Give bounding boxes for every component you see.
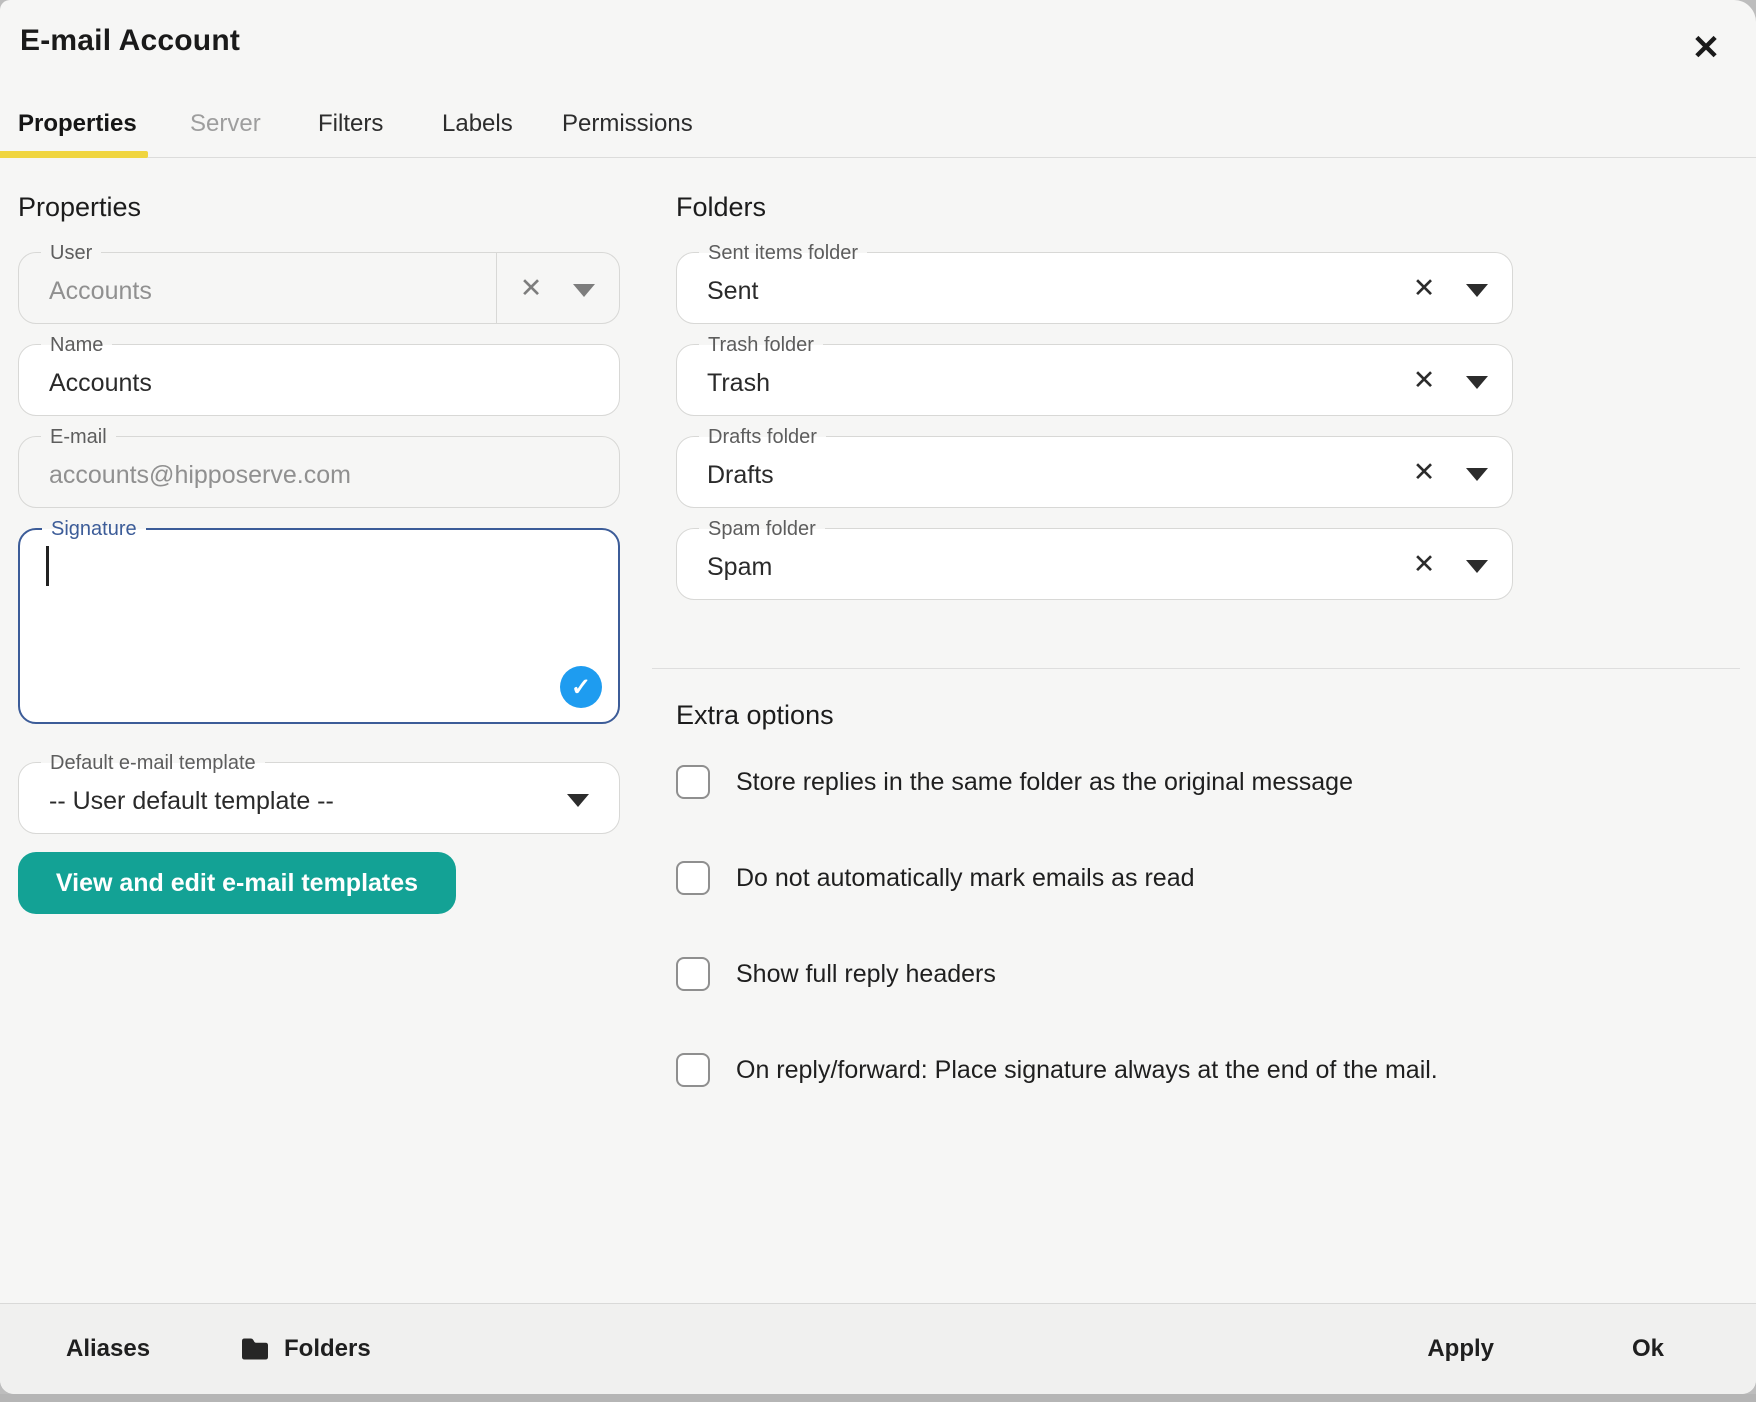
sent-clear-icon[interactable]: ✕ (1402, 253, 1446, 323)
user-field[interactable]: User Accounts ✕ (18, 252, 620, 324)
text-cursor (46, 546, 49, 586)
mark-read-label: Do not automatically mark emails as read (736, 864, 1195, 893)
trash-folder-label: Trash folder (699, 331, 823, 359)
footer-bar: Aliases Folders Apply Ok (0, 1303, 1756, 1394)
extra-options-divider (652, 668, 1740, 669)
signature-check-badge-icon[interactable]: ✓ (560, 666, 602, 708)
spam-dropdown-caret-icon[interactable] (1466, 560, 1488, 573)
ok-button[interactable]: Ok (1632, 1335, 1664, 1363)
tab-bar: Properties Server Filters Labels Permiss… (0, 104, 1756, 158)
dialog-title: E-mail Account (20, 24, 240, 58)
folders-button-label: Folders (284, 1335, 371, 1363)
spam-folder-field[interactable]: Spam folder Spam ✕ (676, 528, 1513, 600)
email-account-dialog: E-mail Account ✕ Properties Server Filte… (0, 0, 1756, 1394)
email-field-value: accounts@hipposerve.com (49, 461, 489, 490)
trash-folder-field[interactable]: Trash folder Trash ✕ (676, 344, 1513, 416)
reply-headers-checkbox[interactable] (676, 957, 710, 991)
apply-button[interactable]: Apply (1427, 1335, 1494, 1363)
drafts-folder-field[interactable]: Drafts folder Drafts ✕ (676, 436, 1513, 508)
mark-read-checkbox[interactable] (676, 861, 710, 895)
user-field-separator (496, 253, 497, 323)
option-row-store-replies: Store replies in the same folder as the … (676, 762, 1353, 802)
tab-server[interactable]: Server (190, 110, 261, 138)
option-row-signature-placement: On reply/forward: Place signature always… (676, 1050, 1438, 1090)
default-template-select[interactable]: Default e-mail template -- User default … (18, 762, 620, 834)
trash-dropdown-caret-icon[interactable] (1466, 376, 1488, 389)
user-clear-icon[interactable]: ✕ (509, 253, 553, 323)
signature-field[interactable]: Signature ✓ (18, 528, 620, 724)
user-field-label: User (41, 239, 101, 267)
view-edit-templates-button[interactable]: View and edit e-mail templates (18, 852, 456, 914)
properties-section-heading: Properties (18, 192, 141, 223)
tab-filters[interactable]: Filters (318, 110, 383, 138)
spam-folder-value: Spam (707, 553, 1382, 582)
signature-field-label: Signature (42, 515, 146, 543)
store-replies-label: Store replies in the same folder as the … (736, 768, 1353, 797)
email-field-label: E-mail (41, 423, 116, 451)
option-row-reply-headers: Show full reply headers (676, 954, 996, 994)
signature-placement-checkbox[interactable] (676, 1053, 710, 1087)
drafts-folder-value: Drafts (707, 461, 1382, 490)
apply-button-label: Apply (1427, 1335, 1494, 1363)
aliases-button-label: Aliases (66, 1335, 150, 1363)
signature-placement-label: On reply/forward: Place signature always… (736, 1056, 1438, 1085)
name-field-label: Name (41, 331, 112, 359)
folders-section-heading: Folders (676, 192, 766, 223)
option-row-mark-read: Do not automatically mark emails as read (676, 858, 1195, 898)
drafts-clear-icon[interactable]: ✕ (1402, 437, 1446, 507)
folder-icon (240, 1337, 270, 1361)
close-icon[interactable]: ✕ (1680, 22, 1732, 74)
trash-folder-value: Trash (707, 369, 1382, 398)
default-template-label: Default e-mail template (41, 749, 265, 777)
template-dropdown-caret-icon[interactable] (567, 794, 589, 807)
store-replies-checkbox[interactable] (676, 765, 710, 799)
drafts-dropdown-caret-icon[interactable] (1466, 468, 1488, 481)
reply-headers-label: Show full reply headers (736, 960, 996, 989)
tab-permissions[interactable]: Permissions (562, 110, 693, 138)
sent-items-folder-value: Sent (707, 277, 1382, 306)
folders-button[interactable]: Folders (240, 1335, 371, 1363)
name-field-value: Accounts (49, 369, 489, 398)
name-field[interactable]: Name Accounts (18, 344, 620, 416)
email-field: E-mail accounts@hipposerve.com (18, 436, 620, 508)
ok-button-label: Ok (1632, 1335, 1664, 1363)
backdrop-strip (0, 1394, 1756, 1402)
tab-properties[interactable]: Properties (18, 110, 137, 138)
trash-clear-icon[interactable]: ✕ (1402, 345, 1446, 415)
aliases-button[interactable]: Aliases (66, 1335, 150, 1363)
sent-items-folder-label: Sent items folder (699, 239, 867, 267)
default-template-value: -- User default template -- (49, 787, 489, 816)
spam-folder-label: Spam folder (699, 515, 825, 543)
user-field-value: Accounts (49, 277, 489, 306)
user-dropdown-caret-icon[interactable] (573, 284, 595, 297)
sent-dropdown-caret-icon[interactable] (1466, 284, 1488, 297)
active-tab-underline (0, 151, 148, 158)
drafts-folder-label: Drafts folder (699, 423, 826, 451)
spam-clear-icon[interactable]: ✕ (1402, 529, 1446, 599)
extra-options-heading: Extra options (676, 700, 834, 731)
tab-labels[interactable]: Labels (442, 110, 513, 138)
sent-items-folder-field[interactable]: Sent items folder Sent ✕ (676, 252, 1513, 324)
